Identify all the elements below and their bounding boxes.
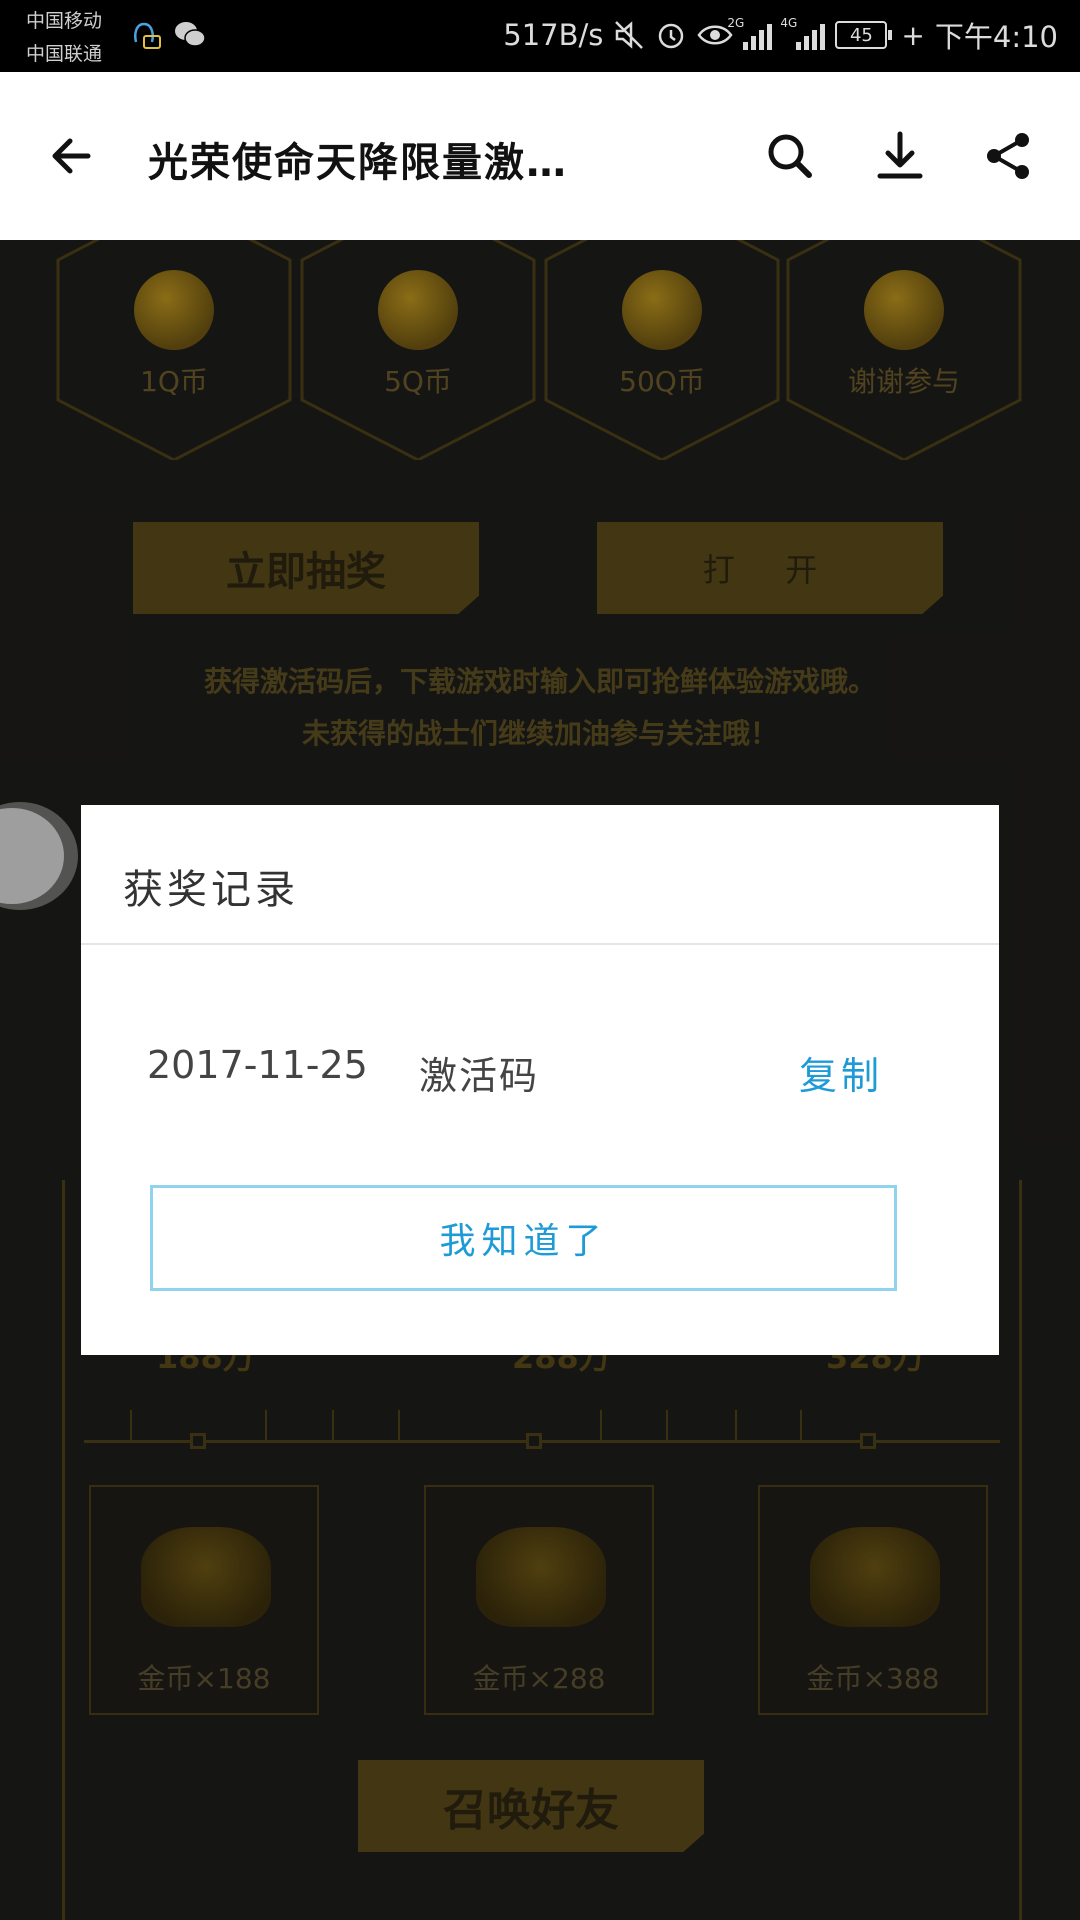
record-type: 激活码 (419, 1054, 540, 1098)
signal-2g-icon: 2G (727, 16, 773, 50)
charging-icon: + (901, 18, 925, 52)
back-arrow-icon[interactable] (44, 128, 100, 184)
status-bar: 中国移动 中国联通 517B/s 2G 4G 45 + 下午4:10 (0, 0, 1080, 72)
carrier-2: 中国联通 (26, 43, 103, 65)
notification-icons (126, 16, 208, 52)
mute-icon (615, 21, 644, 49)
status-right: 517B/s 2G 4G 45 + 下午4:10 (503, 14, 1058, 56)
copy-button[interactable]: 复制 (799, 1045, 883, 1100)
carrier-1: 中国移动 (26, 10, 103, 32)
app-bar: 光荣使命天降限量激… (0, 72, 1080, 240)
share-icon[interactable] (980, 128, 1036, 184)
record-date: 2017-11-25 (147, 1043, 368, 1087)
clock: 下午4:10 (934, 20, 1058, 54)
prize-record-dialog: 获奖记录 2017-11-25 激活码 复制 我知道了 (81, 805, 999, 1355)
search-icon[interactable] (762, 128, 818, 184)
page-title: 光荣使命天降限量激… (148, 140, 568, 186)
dialog-title: 获奖记录 (123, 867, 299, 913)
alarm-icon (659, 23, 684, 49)
net-speed: 517B/s (503, 18, 604, 52)
wechat-notification-icon (175, 22, 206, 47)
dialog-divider (81, 943, 999, 945)
qq-notification-icon (134, 22, 161, 49)
battery-indicator: 45 (835, 21, 893, 49)
download-icon[interactable] (872, 128, 928, 184)
ok-button[interactable]: 我知道了 (150, 1185, 897, 1291)
signal-4g-icon: 4G (780, 16, 826, 50)
